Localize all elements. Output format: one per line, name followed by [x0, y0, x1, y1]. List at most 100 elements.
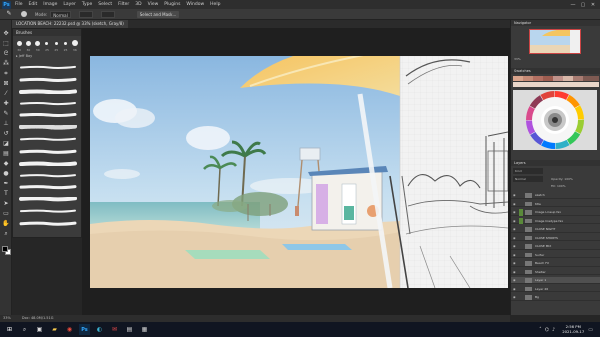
- healing-tool-icon[interactable]: ✚: [2, 100, 10, 108]
- brush-stroke-preview[interactable]: [19, 161, 77, 166]
- layer-row[interactable]: ◉ Beach FX: [511, 260, 600, 267]
- mode-select[interactable]: Normal: [50, 10, 71, 18]
- brush-stroke-preview[interactable]: [19, 65, 77, 70]
- task-view-icon[interactable]: ▣: [34, 324, 45, 335]
- eye-icon[interactable]: ◉: [513, 210, 518, 214]
- menu-image[interactable]: Image: [43, 2, 57, 7]
- marquee-tool-icon[interactable]: ⬚: [2, 40, 10, 48]
- history-brush-tool-icon[interactable]: ↺: [2, 130, 10, 138]
- eye-icon[interactable]: ◉: [513, 287, 518, 291]
- foreground-color-swatch[interactable]: [2, 246, 8, 252]
- layer-row[interactable]: ◉ Image linetype fax: [511, 217, 600, 224]
- layer-row[interactable]: ◉ CLOSE NIGHT: [511, 226, 600, 233]
- menu-select[interactable]: Select: [98, 2, 112, 7]
- mail-icon[interactable]: ✉: [109, 324, 120, 335]
- frame-tool-icon[interactable]: ⊠: [2, 80, 10, 88]
- shape-tool-icon[interactable]: ▭: [2, 210, 10, 218]
- volume-icon[interactable]: ♪: [552, 327, 555, 333]
- notification-icon[interactable]: ▭: [588, 327, 593, 333]
- navigator-zoom[interactable]: 33%: [514, 57, 521, 61]
- magic-wand-tool-icon[interactable]: ⁂: [2, 60, 10, 68]
- maximize-button[interactable]: ▢: [578, 2, 588, 8]
- brush-preset-picker[interactable]: [21, 11, 27, 17]
- menu-edit[interactable]: Edit: [29, 2, 38, 7]
- brush-stroke-preview[interactable]: [19, 197, 77, 202]
- path-selection-tool-icon[interactable]: ➤: [2, 200, 10, 208]
- brush-stroke-preview[interactable]: [19, 113, 77, 118]
- brush-stroke-preview[interactable]: [19, 209, 77, 214]
- color-wheel[interactable]: [513, 90, 597, 150]
- menu-filter[interactable]: Filter: [118, 2, 129, 7]
- crop-tool-icon[interactable]: ⌗: [2, 70, 10, 78]
- eye-icon[interactable]: ◉: [513, 244, 518, 248]
- color-picker-swatches[interactable]: [2, 246, 11, 255]
- opacity-field[interactable]: Opacity: 100%: [551, 176, 573, 182]
- brush-tool-icon[interactable]: ✎: [2, 110, 10, 118]
- layer-row[interactable]: ◉ Shelter: [511, 269, 600, 275]
- brush-stroke-preview[interactable]: [19, 221, 77, 226]
- files-icon[interactable]: ▤: [124, 324, 135, 335]
- brush-stroke-preview[interactable]: [19, 173, 77, 178]
- type-tool-icon[interactable]: T: [2, 190, 10, 198]
- clock[interactable]: 2:56 PM 2021-09-17: [562, 324, 584, 334]
- brush-folder[interactable]: ▸ Jeff Bay: [13, 52, 81, 60]
- eye-icon[interactable]: ◉: [513, 253, 518, 257]
- brush-preset[interactable]: [62, 39, 68, 47]
- brush-preset[interactable]: [25, 39, 31, 47]
- eye-icon[interactable]: ◉: [513, 202, 518, 206]
- search-icon[interactable]: ⌕: [19, 324, 30, 335]
- layer-row[interactable]: ◉ Layer 1: [511, 277, 600, 284]
- blend-mode-select[interactable]: Normal: [513, 176, 543, 182]
- blur-tool-icon[interactable]: ◆: [2, 160, 10, 168]
- brush-preset[interactable]: [16, 39, 22, 47]
- brush-preset[interactable]: [71, 39, 78, 47]
- store-icon[interactable]: ▦: [139, 324, 150, 335]
- brush-preset[interactable]: [35, 39, 41, 47]
- layer-row[interactable]: ◉ Surfer: [511, 252, 600, 258]
- navigator-thumbnail[interactable]: [529, 29, 581, 54]
- layer-filter-kind[interactable]: Kind: [513, 168, 543, 174]
- edge-icon[interactable]: ◐: [94, 324, 105, 335]
- flow-field[interactable]: [100, 10, 115, 18]
- network-icon[interactable]: ⌬: [545, 327, 549, 333]
- eye-icon[interactable]: ◉: [513, 227, 518, 231]
- menu-view[interactable]: View: [148, 2, 159, 7]
- minimize-button[interactable]: —: [568, 2, 578, 8]
- eye-icon[interactable]: ◉: [513, 261, 518, 265]
- eye-icon[interactable]: ◉: [513, 278, 518, 282]
- brush-preset[interactable]: [53, 39, 59, 47]
- brush-preset[interactable]: [44, 39, 50, 47]
- menu-window[interactable]: Window: [186, 2, 204, 7]
- brush-stroke-preview[interactable]: [19, 125, 77, 130]
- chrome-icon[interactable]: ◉: [64, 324, 75, 335]
- chevron-up-icon[interactable]: ˄: [539, 327, 542, 333]
- move-tool-icon[interactable]: ✥: [2, 30, 10, 38]
- menu-layer[interactable]: Layer: [63, 2, 76, 7]
- close-button[interactable]: ✕: [588, 2, 598, 8]
- eye-icon[interactable]: ◉: [513, 193, 518, 197]
- brush-stroke-preview[interactable]: [19, 89, 77, 94]
- brush-stroke-preview[interactable]: [19, 185, 77, 190]
- layer-row[interactable]: ◉ sketch: [511, 192, 600, 199]
- eye-icon[interactable]: ◉: [513, 295, 518, 299]
- fill-field[interactable]: Fill: 100%: [551, 183, 566, 189]
- artwork-canvas[interactable]: [90, 56, 508, 288]
- file-explorer-icon[interactable]: ▰: [49, 324, 60, 335]
- layer-row[interactable]: ◉ CLOSE SHORTS: [511, 235, 600, 241]
- layer-row[interactable]: ◉ Layer 26: [511, 286, 600, 292]
- menu-3d[interactable]: 3D: [135, 2, 141, 7]
- canvas-area[interactable]: [82, 28, 510, 315]
- document-tab[interactable]: LOCATION BEACH: 22232.psd @ 33% (sketch,…: [12, 20, 128, 28]
- swatch-strip[interactable]: [513, 76, 599, 88]
- brush-stroke-preview[interactable]: [19, 77, 77, 82]
- brush-stroke-preview[interactable]: [19, 101, 77, 106]
- dodge-tool-icon[interactable]: ●: [2, 170, 10, 178]
- menu-type[interactable]: Type: [82, 2, 92, 7]
- brush-stroke-preview[interactable]: [19, 137, 77, 142]
- clone-stamp-tool-icon[interactable]: ⊥: [2, 120, 10, 128]
- eraser-tool-icon[interactable]: ◪: [2, 140, 10, 148]
- opacity-field[interactable]: [78, 10, 93, 18]
- layer-row[interactable]: ◉ title: [511, 201, 600, 207]
- menu-help[interactable]: Help: [210, 2, 220, 7]
- eye-icon[interactable]: ◉: [513, 270, 518, 274]
